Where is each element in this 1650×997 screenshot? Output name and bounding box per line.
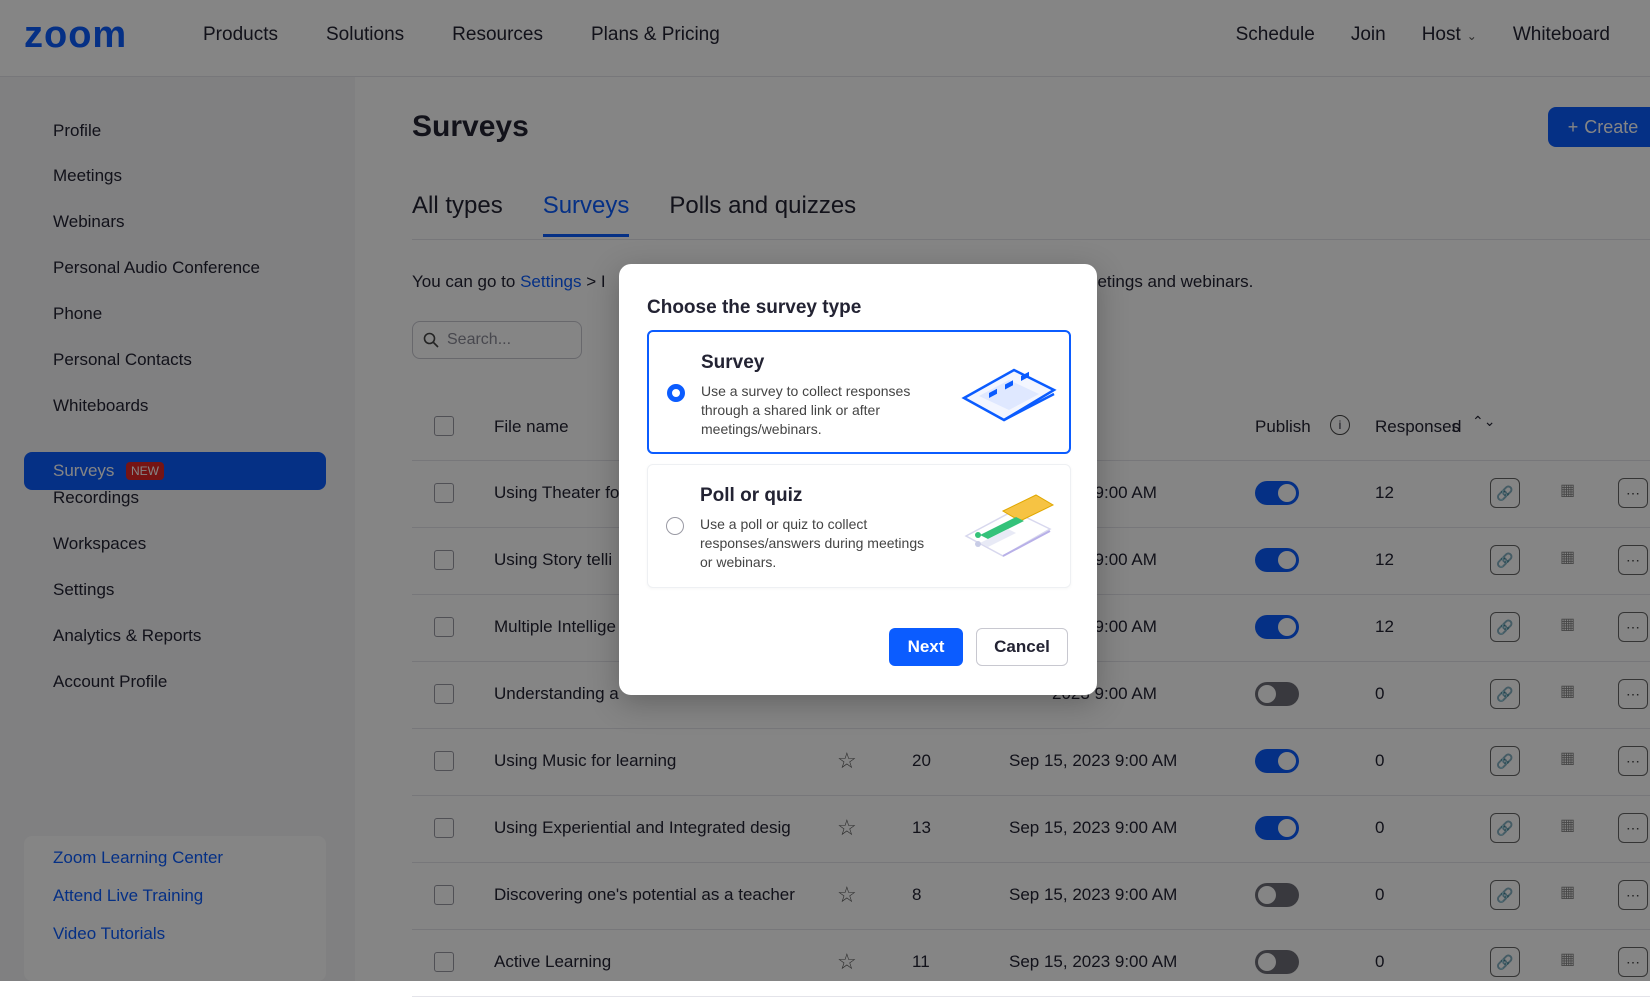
- option-poll-quiz[interactable]: Poll or quiz Use a poll or quiz to colle…: [647, 464, 1071, 588]
- poll-illustration-icon: [964, 494, 1055, 557]
- survey-type-dialog: Choose the survey type Survey Use a surv…: [619, 264, 1097, 695]
- option-poll-quiz-title: Poll or quiz: [700, 485, 803, 506]
- dialog-title: Choose the survey type: [647, 297, 862, 318]
- option-survey[interactable]: Survey Use a survey to collect responses…: [647, 330, 1071, 454]
- cancel-button[interactable]: Cancel: [976, 628, 1068, 666]
- radio-poll-quiz[interactable]: [666, 517, 684, 535]
- survey-illustration-icon: [961, 368, 1057, 422]
- next-button[interactable]: Next: [889, 628, 963, 666]
- radio-survey[interactable]: [667, 384, 685, 402]
- option-poll-quiz-description: Use a poll or quiz to collect responses/…: [700, 516, 925, 570]
- option-survey-title: Survey: [701, 352, 765, 373]
- option-survey-description: Use a survey to collect responses throug…: [701, 383, 911, 437]
